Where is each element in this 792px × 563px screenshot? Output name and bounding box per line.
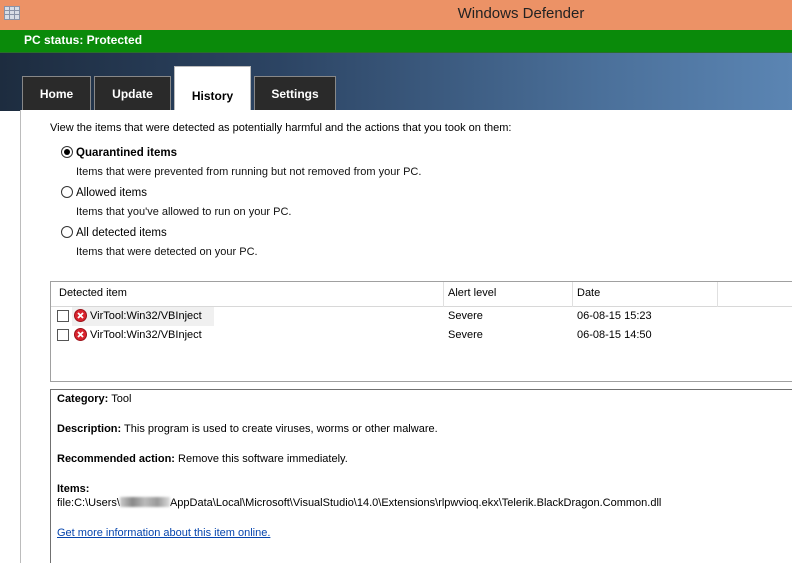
items-label: Items: (57, 483, 90, 495)
radio-description: Items that were detected on your PC. (76, 246, 258, 258)
pc-status-text: PC status: Protected (24, 33, 143, 47)
history-intro-text: View the items that were detected as pot… (50, 122, 512, 134)
description-label: Description: (57, 423, 122, 435)
radio-label: All detected items (76, 227, 167, 239)
path-prefix: file:C:\Users\ (57, 497, 120, 509)
column-header-date[interactable]: Date (577, 287, 600, 299)
threat-severe-icon (74, 328, 87, 341)
detection-date: 06-08-15 15:23 (577, 310, 652, 322)
row-checkbox[interactable] (57, 329, 69, 341)
tab-update[interactable]: Update (94, 76, 171, 111)
item-details-panel: Category: Tool Description: This program… (50, 389, 792, 563)
radio-quarantined-items[interactable]: Quarantined items (61, 146, 177, 159)
threat-severe-icon (74, 309, 87, 322)
table-header: Detected item Alert level Date (51, 282, 792, 307)
alert-level: Severe (448, 310, 483, 322)
radio-button[interactable] (61, 226, 73, 238)
radio-button[interactable] (61, 186, 73, 198)
status-bar: PC status: Protected (0, 30, 792, 53)
path-suffix: AppData\Local\Microsoft\VisualStudio\14.… (169, 497, 662, 509)
row-checkbox[interactable] (57, 310, 69, 322)
tab-bar: Home Update History Settings (0, 53, 792, 112)
tab-history[interactable]: History (174, 66, 251, 112)
detected-item-name: VirTool:Win32/VBInject (90, 310, 202, 322)
tab-settings[interactable]: Settings (254, 76, 336, 111)
description-line: Description: This program is used to cre… (57, 423, 438, 435)
detection-date: 06-08-15 14:50 (577, 329, 652, 341)
tab-home[interactable]: Home (22, 76, 91, 111)
table-row[interactable]: VirTool:Win32/VBInject Severe 06-08-15 1… (51, 326, 792, 345)
window-title: Windows Defender (457, 5, 585, 22)
description-value: This program is used to create viruses, … (124, 423, 438, 435)
category-label: Category: (57, 393, 109, 405)
column-header-detected-item[interactable]: Detected item (59, 287, 127, 299)
recommended-action-value: Remove this software immediately. (178, 453, 348, 465)
radio-description: Items that you've allowed to run on your… (76, 206, 292, 218)
title-bar: Windows Defender (0, 0, 792, 30)
detected-items-table: Detected item Alert level Date VirTool:W… (50, 281, 792, 382)
item-file-path: file:C:\Users\ AppData\Local\Microsoft\Vi… (57, 497, 661, 509)
detected-item-name: VirTool:Win32/VBInject (90, 329, 202, 341)
column-header-alert-level[interactable]: Alert level (448, 287, 496, 299)
redacted-username (119, 497, 170, 507)
radio-label: Quarantined items (76, 147, 177, 159)
more-info-link-line: Get more information about this item onl… (57, 527, 270, 539)
radio-allowed-items[interactable]: Allowed items (61, 186, 147, 199)
recommended-action-label: Recommended action: (57, 453, 175, 465)
category-value: Tool (111, 393, 132, 405)
more-info-link[interactable]: Get more information about this item onl… (57, 527, 270, 539)
radio-label: Allowed items (76, 187, 147, 199)
radio-description: Items that were prevented from running b… (76, 166, 422, 178)
category-line: Category: Tool (57, 393, 131, 405)
recommended-action-line: Recommended action: Remove this software… (57, 453, 348, 465)
alert-level: Severe (448, 329, 483, 341)
radio-button-selected[interactable] (61, 146, 73, 158)
table-row[interactable]: VirTool:Win32/VBInject Severe 06-08-15 1… (51, 307, 792, 326)
radio-all-detected-items[interactable]: All detected items (61, 226, 167, 239)
history-panel: View the items that were detected as pot… (20, 110, 792, 563)
